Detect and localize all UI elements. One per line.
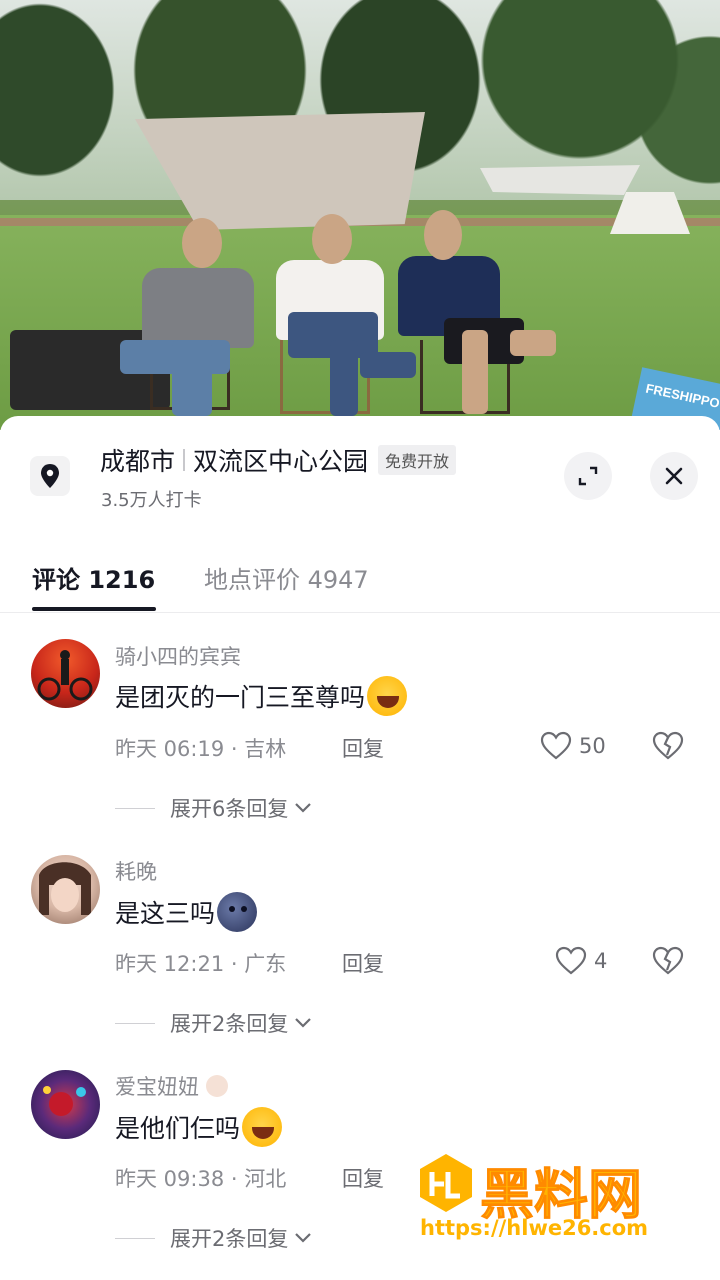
comment-text-content: 是这三吗 (115, 899, 216, 928)
broken-heart-icon (652, 946, 684, 975)
close-button[interactable] (650, 452, 698, 500)
location-checkins: 3.5万人打卡 (101, 490, 202, 511)
princess-icon (205, 1075, 228, 1097)
expand-line (115, 1237, 155, 1239)
chevron-down-icon (295, 803, 312, 813)
comment-text-content: 是他们仨吗 (115, 1114, 241, 1143)
dislike-button[interactable] (652, 731, 684, 765)
expand-icon (578, 466, 598, 486)
tabs-divider (0, 612, 720, 613)
location-city: 成都市 (100, 447, 176, 476)
comment-text-content: 是团灭的一门三至尊吗 (115, 683, 366, 712)
watermark-url: https://hlwe26.com (420, 1216, 649, 1240)
comment-meta: 昨天 12:21 · 广东 (115, 952, 287, 976)
avatar[interactable] (31, 639, 100, 708)
location-divider (183, 449, 186, 471)
comment-username[interactable]: 骑小四的宾宾 (115, 641, 241, 671)
like-button[interactable]: 4 (555, 946, 607, 976)
watermark: 黑料网 https://hlwe26.com (418, 1150, 688, 1250)
chevron-down-icon (295, 1233, 312, 1243)
comment-text: 是他们仨吗 (115, 1107, 283, 1147)
reply-button[interactable]: 回复 (342, 733, 384, 763)
reply-button[interactable]: 回复 (342, 1163, 384, 1193)
grinning-squinting-face-tears-icon (242, 1107, 283, 1147)
expand-replies-button[interactable]: 展开2条回复 (115, 1008, 312, 1038)
comment-meta: 昨天 06:19 · 吉林 (115, 737, 287, 761)
dislike-button[interactable] (652, 946, 684, 980)
reply-button[interactable]: 回复 (342, 948, 384, 978)
heart-icon (540, 731, 572, 760)
chevron-down-icon (295, 1018, 312, 1028)
grinning-squinting-face-tears-icon (367, 676, 408, 716)
like-count: 50 (579, 734, 606, 758)
expand-line (115, 1022, 155, 1024)
like-button[interactable]: 50 (540, 731, 606, 761)
location-pin-icon (30, 456, 70, 496)
new-moon-face-icon (217, 892, 258, 932)
location-place: 双流区中心公园 (193, 447, 369, 476)
comment-username[interactable]: 耗晚 (115, 856, 157, 886)
tab-place-reviews[interactable]: 地点评价 4947 (204, 560, 369, 595)
expand-button[interactable] (564, 452, 612, 500)
like-count: 4 (594, 949, 608, 973)
location-badge: 免费开放 (378, 445, 457, 475)
comment-username[interactable]: 爱宝妞妞 (115, 1071, 228, 1101)
watermark-logo-icon (420, 1154, 472, 1212)
comment-text: 是这三吗 (115, 892, 258, 932)
photo-tarp-far (480, 165, 640, 195)
location-title[interactable]: 成都市 双流区中心公园 免费开放 (100, 442, 457, 478)
expand-replies-label: 展开2条回复 (170, 1227, 289, 1251)
comment-meta: 昨天 09:38 · 河北 (115, 1167, 287, 1191)
expand-replies-label: 展开6条回复 (170, 797, 289, 821)
broken-heart-icon (652, 731, 684, 760)
expand-replies-button[interactable]: 展开2条回复 (115, 1223, 312, 1253)
expand-line (115, 807, 155, 809)
close-icon (665, 467, 683, 485)
expand-replies-button[interactable]: 展开6条回复 (115, 793, 312, 823)
tab-active-indicator (32, 607, 156, 611)
comment-text: 是团灭的一门三至尊吗 (115, 676, 408, 716)
avatar[interactable] (31, 855, 100, 924)
expand-replies-label: 展开2条回复 (170, 1012, 289, 1036)
tab-comments[interactable]: 评论 1216 (32, 560, 155, 595)
avatar[interactable] (31, 1070, 100, 1139)
heart-icon (555, 946, 587, 975)
comment-username-text: 爱宝妞妞 (115, 1075, 199, 1099)
location-photo[interactable]: FRESHIPPO (0, 0, 720, 430)
